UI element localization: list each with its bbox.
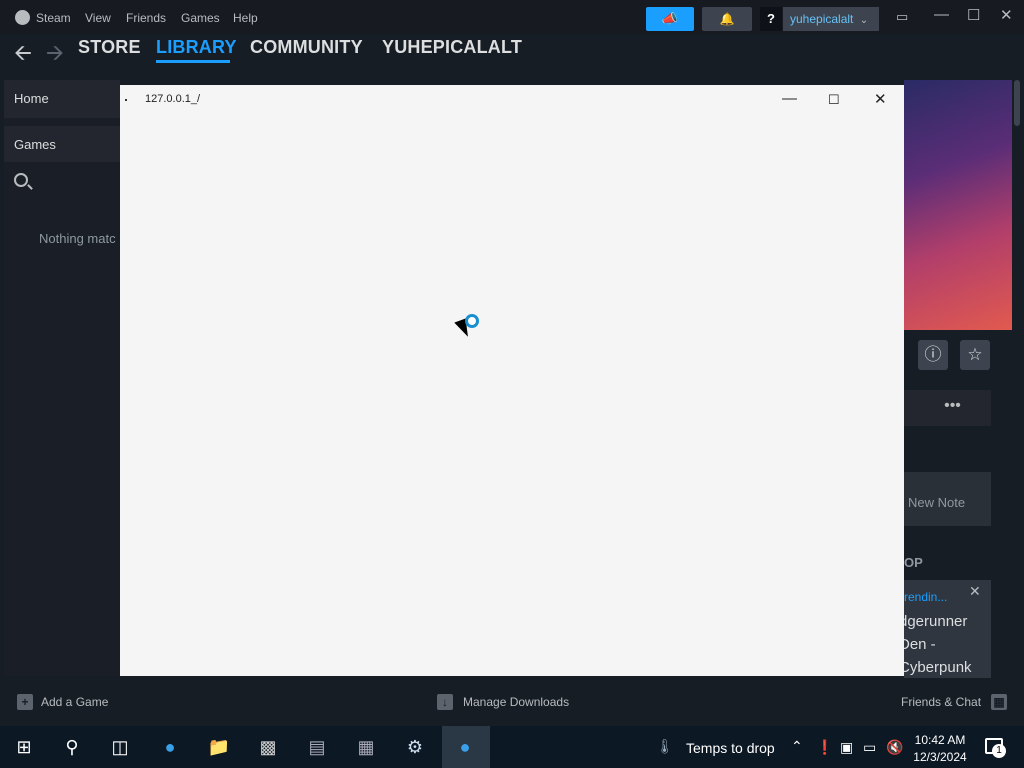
file-explorer-icon[interactable]: 📁 <box>205 733 233 761</box>
busy-spinner-icon <box>465 314 479 328</box>
maximize-icon[interactable]: ☐ <box>828 92 840 108</box>
forward-arrow-icon[interactable]: 🡪 <box>46 36 64 74</box>
task-view-icon[interactable]: ◫ <box>106 733 134 761</box>
thermometer-icon: 🌡 <box>656 738 674 754</box>
maximize-icon[interactable]: ☐ <box>967 6 980 24</box>
scrollbar[interactable] <box>1014 80 1020 126</box>
game-hero-image <box>904 80 1012 330</box>
notification-count-badge: 1 <box>992 744 1006 758</box>
bell-icon: 🔔 <box>719 12 735 26</box>
taskbar-clock[interactable]: 10:42 AM 12/3/2024 <box>912 732 968 766</box>
steam-logo-icon <box>15 10 30 25</box>
info-icon[interactable]: ⓘ <box>918 340 948 370</box>
alert-icon[interactable]: ❗ <box>816 739 833 756</box>
display-icon[interactable]: ▭ <box>863 739 876 756</box>
popup-app-icon <box>125 99 127 101</box>
news-tag: rendin... <box>904 590 948 604</box>
volume-muted-icon[interactable]: 🔇 <box>886 739 903 756</box>
minimize-icon[interactable]: — <box>782 90 797 107</box>
edge-icon[interactable]: ● <box>156 733 184 761</box>
clock-date: 12/3/2024 <box>913 750 967 764</box>
empty-library-message: Nothing matc <box>39 231 116 246</box>
chevron-down-icon: ⌄ <box>859 15 869 26</box>
edge-icon[interactable]: ● <box>451 733 479 761</box>
library-sidebar <box>4 80 120 676</box>
terminal-icon[interactable]: ▩ <box>254 733 282 761</box>
notifications-button[interactable]: 🔔 <box>702 7 752 31</box>
news-title: dgerunner Den - Cyberpunk <box>904 613 972 676</box>
search-icon[interactable]: ⚲ <box>58 733 86 761</box>
clock-time: 10:42 AM <box>914 733 966 747</box>
app-icon[interactable]: ▤ <box>303 733 331 761</box>
steam-icon[interactable]: ⚙ <box>401 733 429 761</box>
windows-start-icon[interactable]: ⊞ <box>10 733 38 761</box>
add-game-button[interactable]: Add a Game <box>41 695 108 709</box>
popup-titlebar[interactable]: 127.0.0.1_/ — ☐ ✕ <box>120 85 904 115</box>
close-icon[interactable]: ✕ <box>1000 6 1013 24</box>
plus-icon[interactable]: + <box>17 694 33 710</box>
nav-active-underline <box>156 60 230 63</box>
username-label: yuhepicalalt <box>790 12 854 26</box>
nav-library[interactable]: LIBRARY <box>156 37 237 58</box>
friends-chat-icon[interactable]: ▦ <box>991 694 1007 710</box>
more-options-button[interactable]: ••• <box>904 390 991 426</box>
search-icon[interactable] <box>14 173 28 187</box>
popup-title: 127.0.0.1_/ <box>145 93 201 105</box>
menu-help[interactable]: Help <box>233 11 258 25</box>
sidebar-home[interactable]: Home <box>4 80 120 118</box>
section-label: OP <box>904 555 923 570</box>
new-note-button[interactable]: New Note <box>904 472 991 526</box>
menu-view[interactable]: View <box>85 11 111 25</box>
menu-games[interactable]: Games <box>181 11 220 25</box>
weather-status[interactable]: Temps to drop <box>686 740 775 756</box>
popup-window[interactable]: 127.0.0.1_/ — ☐ ✕ <box>120 85 904 676</box>
back-arrow-icon[interactable]: 🡨 <box>14 36 32 74</box>
help-button[interactable]: ? <box>760 7 782 31</box>
star-icon[interactable]: ☆ <box>960 340 990 370</box>
menu-friends[interactable]: Friends <box>126 11 166 25</box>
minimize-icon[interactable]: — <box>934 6 949 23</box>
friends-chat-button[interactable]: Friends & Chat <box>901 695 981 709</box>
news-card[interactable]: rendin... ✕ dgerunner Den - Cyberpunk <box>904 580 991 678</box>
nav-community[interactable]: COMMUNITY <box>250 37 363 58</box>
close-icon[interactable]: ✕ <box>874 90 887 108</box>
chevron-up-icon[interactable]: ⌃ <box>791 738 803 755</box>
network-icon[interactable]: ▣ <box>840 739 853 756</box>
steam-menubar: Steam View Friends Games Help 📣 🔔 ? yuhe… <box>0 0 1024 34</box>
manage-downloads-button[interactable]: Manage Downloads <box>463 695 569 709</box>
close-icon[interactable]: ✕ <box>969 583 981 600</box>
nav-store[interactable]: STORE <box>78 37 141 58</box>
app-icon[interactable]: ▦ <box>352 733 380 761</box>
big-picture-icon[interactable]: ▭ <box>896 9 908 25</box>
menu-steam[interactable]: Steam <box>36 11 71 25</box>
account-menu-button[interactable]: yuhepicalalt ⌄ <box>783 7 879 31</box>
megaphone-icon: 📣 <box>661 11 679 26</box>
announcements-button[interactable]: 📣 <box>646 7 694 31</box>
sidebar-games-filter[interactable]: Games <box>4 126 120 162</box>
nav-profile[interactable]: YUHEPICALALT <box>382 37 522 58</box>
download-icon[interactable]: ↓ <box>437 694 453 710</box>
